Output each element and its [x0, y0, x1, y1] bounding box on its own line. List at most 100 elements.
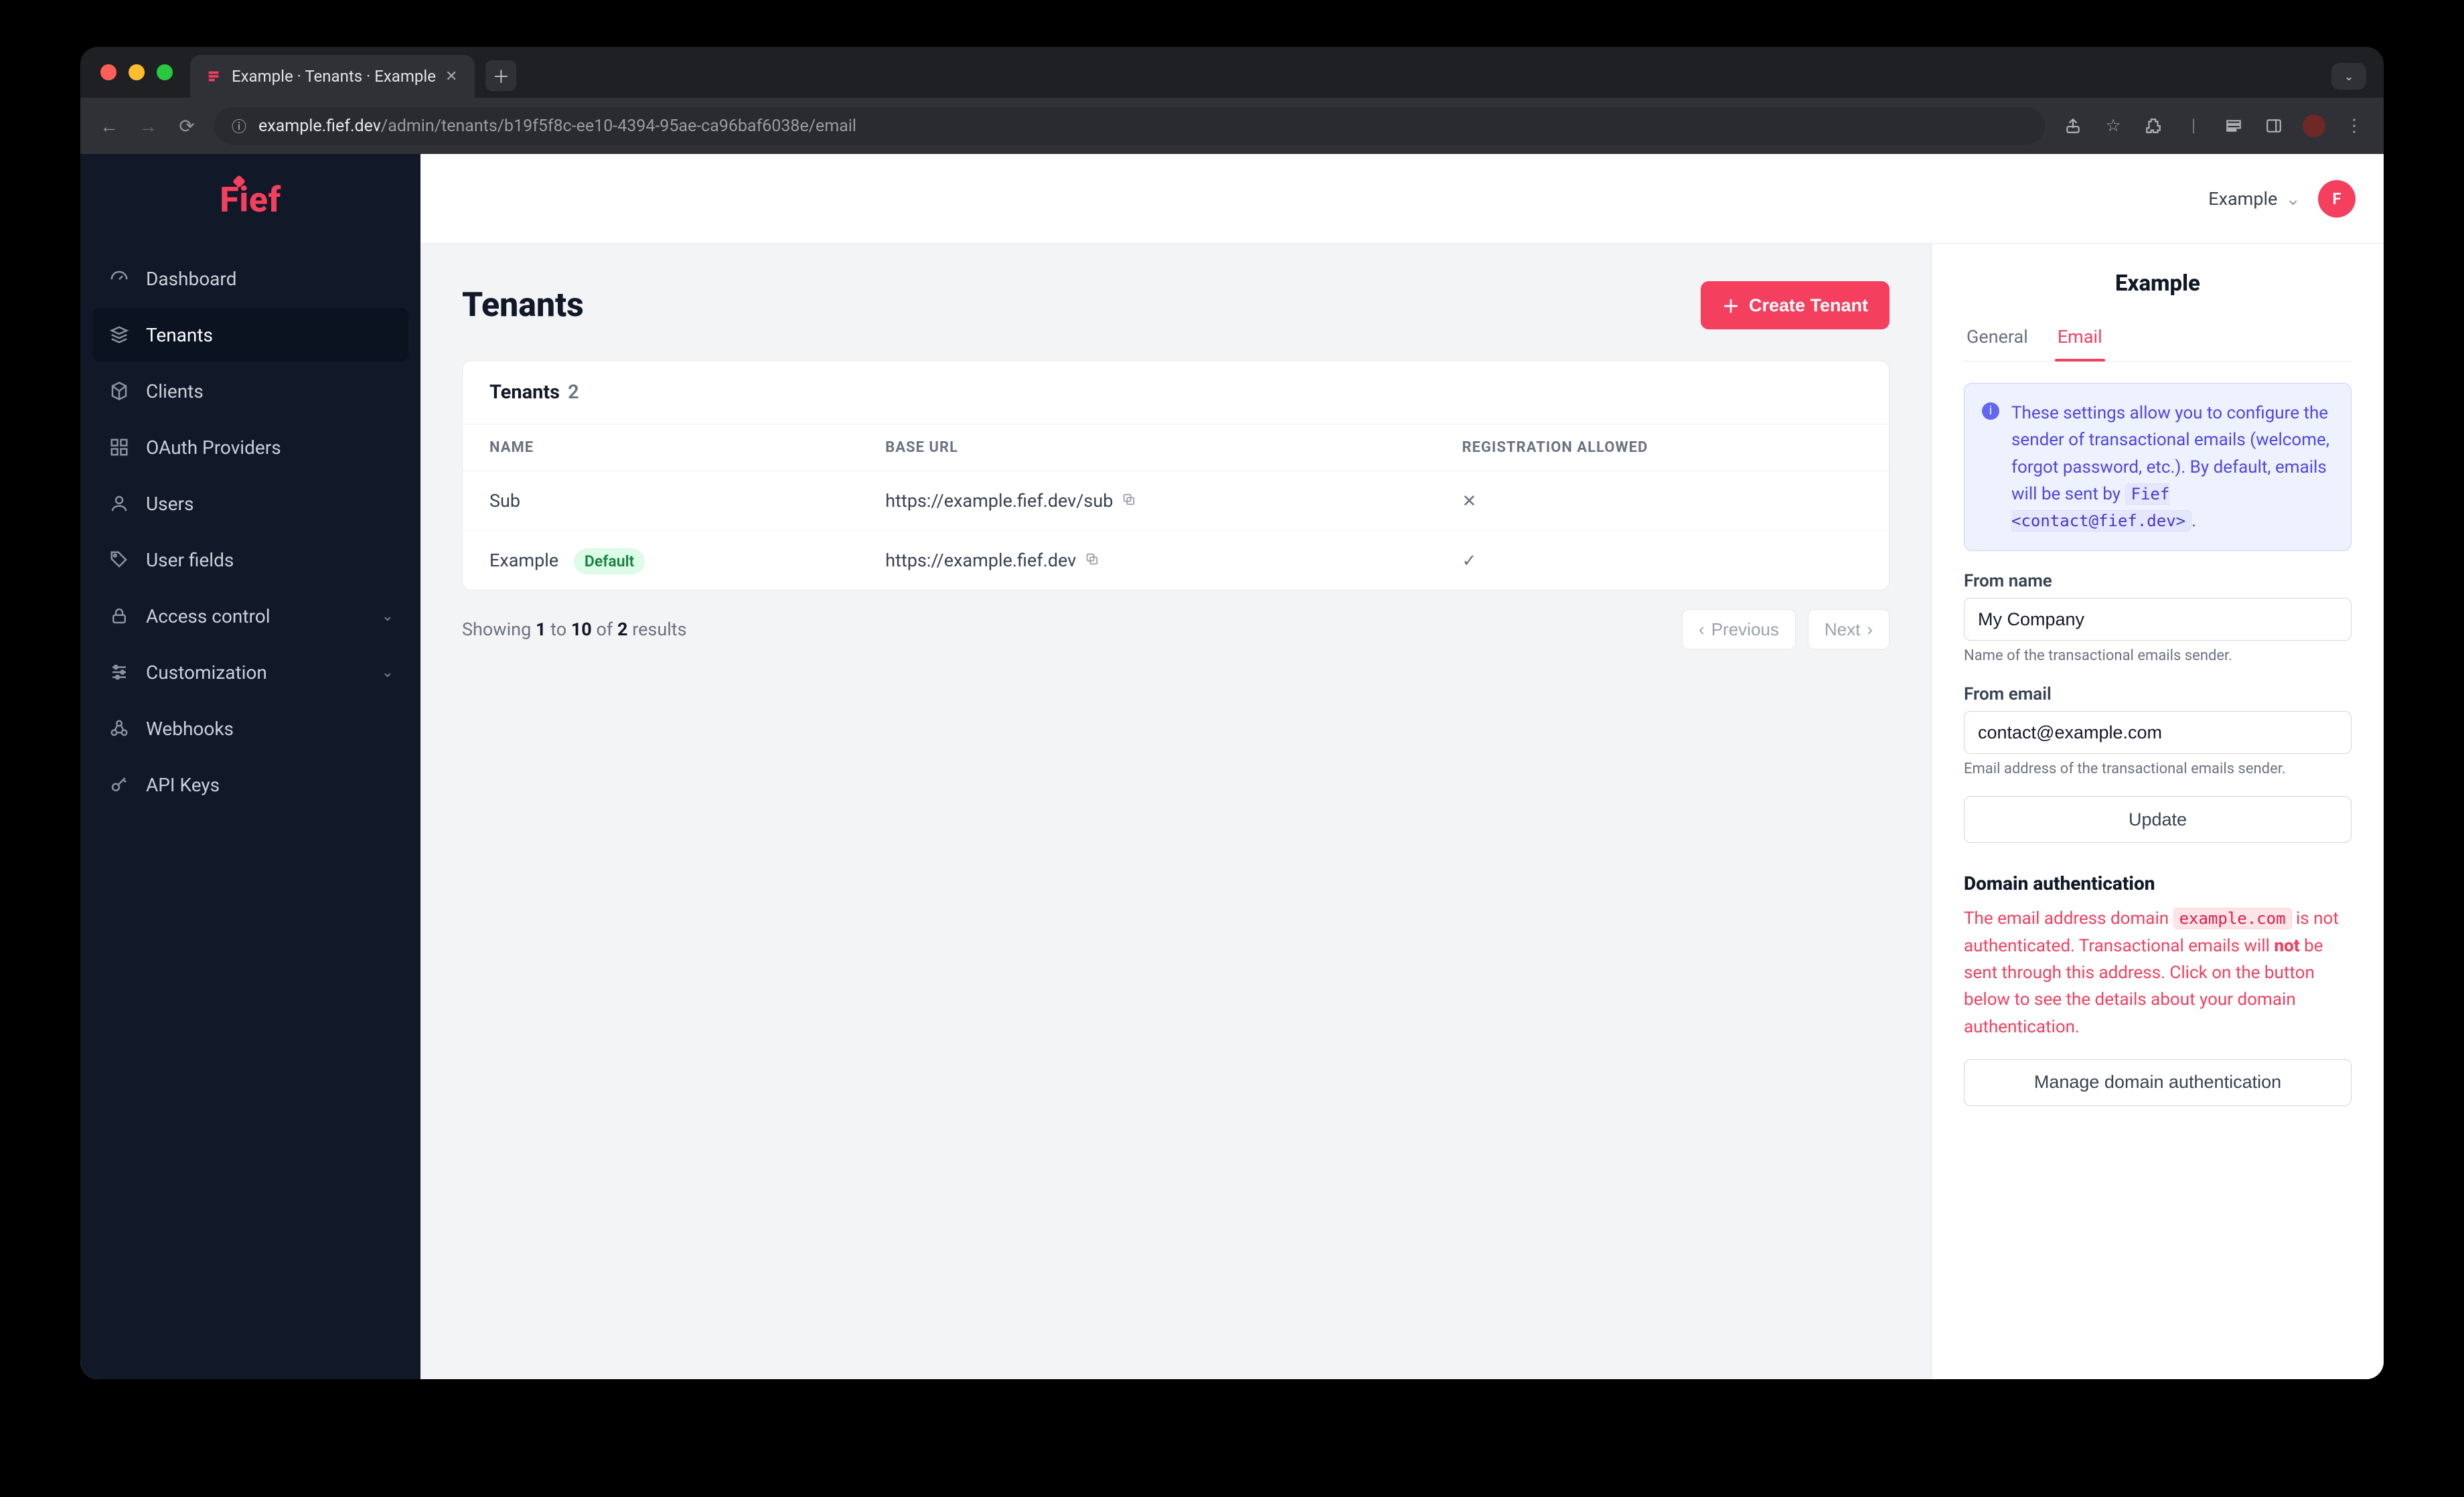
page-header: Tenants ＋ Create Tenant — [462, 281, 1890, 329]
share-icon[interactable] — [2061, 117, 2085, 135]
chevron-down-icon: ⌄ — [382, 664, 394, 681]
sidebar-item-apikeys[interactable]: API Keys — [92, 758, 408, 811]
gauge-icon — [107, 266, 131, 291]
copy-icon[interactable] — [1085, 554, 1099, 570]
browser-tabbar: Example · Tenants · Example ✕ ＋ ⌄ — [80, 47, 2384, 98]
fullscreen-window-icon[interactable] — [157, 64, 173, 80]
sidebar-item-label: Customization — [146, 661, 267, 684]
from-name-help: Name of the transactional emails sender. — [1964, 647, 2352, 664]
chevron-left-icon: ‹ — [1699, 619, 1705, 640]
prev-page-button[interactable]: ‹ Previous — [1682, 609, 1796, 649]
create-tenant-button[interactable]: ＋ Create Tenant — [1701, 281, 1890, 329]
cell-name: Example — [489, 550, 558, 571]
table-row[interactable]: Example Default https://example.fief.dev — [463, 531, 1889, 590]
from-name-input[interactable] — [1964, 598, 2352, 641]
tenants-table: NAME BASE URL REGISTRATION ALLOWED Sub — [463, 424, 1889, 590]
col-base-url[interactable]: BASE URL — [858, 424, 1435, 471]
info-text: These settings allow you to configure th… — [2011, 400, 2333, 534]
profile-badge[interactable] — [2302, 114, 2326, 137]
lock-icon — [107, 604, 131, 628]
brand-logo[interactable]: Fief — [80, 154, 420, 245]
sidebar-item-label: User fields — [146, 549, 234, 571]
forward-button[interactable]: → — [137, 115, 159, 137]
from-name-field: From name Name of the transactional emai… — [1964, 571, 2352, 664]
sidebar-item-userfields[interactable]: User fields — [92, 533, 408, 586]
window-controls — [98, 47, 179, 98]
topbar: Example ⌄ F — [420, 154, 2384, 244]
bookmark-icon[interactable]: ☆ — [2101, 116, 2125, 136]
sidebar-item-label: Tenants — [146, 324, 213, 346]
col-name[interactable]: NAME — [463, 424, 858, 471]
sidebar-item-label: Webhooks — [146, 718, 234, 740]
stage: Example · Tenants · Example ✕ ＋ ⌄ ← → ⟳ … — [0, 0, 2464, 1497]
sidebar-item-oauth[interactable]: OAuth Providers — [92, 420, 408, 474]
browser-addressbar: ← → ⟳ ⓘ example.fief.dev/admin/tenants/b… — [80, 98, 2384, 154]
tenants-card: Tenants 2 NAME BASE URL REGISTRATION ALL… — [462, 360, 1890, 590]
pagination-summary: Showing 1 to 10 of 2 results — [462, 619, 687, 640]
sidepanel-icon[interactable] — [2262, 117, 2286, 135]
sidebar-item-customization[interactable]: Customization ⌄ — [92, 645, 408, 699]
details-tabs: General Email — [1964, 317, 2352, 362]
kebab-menu-icon[interactable]: ⋮ — [2342, 116, 2366, 136]
address-bar[interactable]: ⓘ example.fief.dev/admin/tenants/b19f5f8… — [214, 107, 2045, 145]
update-button[interactable]: Update — [1964, 796, 2352, 843]
from-email-input[interactable] — [1964, 711, 2352, 754]
from-email-field: From email Email address of the transact… — [1964, 684, 2352, 777]
org-switcher[interactable]: Example ⌄ — [2208, 188, 2301, 210]
card-title-text: Tenants — [489, 381, 560, 404]
copy-icon[interactable] — [1122, 494, 1136, 511]
info-icon: i — [1982, 402, 1999, 420]
minimize-window-icon[interactable] — [129, 64, 145, 80]
sidebar-item-tenants[interactable]: Tenants — [92, 308, 408, 362]
table-head: NAME BASE URL REGISTRATION ALLOWED — [463, 424, 1889, 471]
reload-button[interactable]: ⟳ — [175, 115, 198, 137]
info-note: i These settings allow you to configure … — [1964, 383, 2352, 551]
site-info-icon[interactable]: ⓘ — [232, 115, 246, 137]
extensions-icon[interactable] — [2141, 117, 2165, 135]
tablist-icon[interactable] — [2222, 117, 2246, 135]
sidebar-item-label: Users — [146, 493, 194, 515]
tab-general[interactable]: General — [1964, 317, 2031, 361]
content: Tenants ＋ Create Tenant Tenants 2 — [420, 244, 2384, 1379]
stack-icon — [107, 323, 131, 347]
sidebar: Fief Dashboard Tenants — [80, 154, 420, 1379]
tab-overflow-button[interactable]: ⌄ — [2331, 63, 2366, 90]
close-tab-icon[interactable]: ✕ — [445, 68, 457, 85]
sidebar-item-access[interactable]: Access control ⌄ — [92, 589, 408, 643]
chevron-down-icon: ⌄ — [382, 608, 394, 625]
back-button[interactable]: ← — [98, 115, 121, 137]
page-body: Tenants ＋ Create Tenant Tenants 2 — [420, 244, 1931, 1379]
card-title: Tenants 2 — [463, 361, 1889, 424]
sidebar-item-webhooks[interactable]: Webhooks — [92, 702, 408, 755]
sidebar-item-users[interactable]: Users — [92, 477, 408, 530]
code-chip: example.com — [2173, 908, 2292, 929]
table-row[interactable]: Sub https://example.fief.dev/sub — [463, 471, 1889, 531]
new-tab-button[interactable]: ＋ — [485, 60, 516, 91]
domain-auth-warning: The email address domain example.com is … — [1964, 905, 2352, 1040]
sidebar-item-clients[interactable]: Clients — [92, 364, 408, 418]
sliders-icon — [107, 660, 131, 684]
tab-email[interactable]: Email — [2055, 317, 2105, 361]
grid-icon — [107, 435, 131, 459]
sidebar-item-label: Clients — [146, 380, 204, 402]
default-badge: Default — [574, 548, 645, 574]
avatar[interactable]: F — [2318, 180, 2356, 218]
tag-icon — [107, 548, 131, 572]
chevron-right-icon: › — [1867, 619, 1873, 640]
app-viewport: Fief Dashboard Tenants — [80, 154, 2384, 1379]
url-path: /admin/tenants/b19f5f8c-ee10-4394-95ae-c… — [381, 116, 856, 136]
sidebar-item-label: Access control — [146, 605, 271, 627]
manage-domain-auth-button[interactable]: Manage domain authentication — [1964, 1059, 2352, 1106]
brand-name: Fief — [220, 179, 281, 220]
button-label: Create Tenant — [1749, 295, 1868, 316]
sidebar-item-label: OAuth Providers — [146, 437, 281, 459]
next-page-button[interactable]: Next › — [1808, 609, 1890, 649]
sidebar-item-dashboard[interactable]: Dashboard — [92, 252, 408, 305]
close-window-icon[interactable] — [100, 64, 117, 80]
browser-tab[interactable]: Example · Tenants · Example ✕ — [190, 55, 475, 98]
col-registration[interactable]: REGISTRATION ALLOWED — [1435, 424, 1889, 471]
details-title: Example — [1964, 270, 2352, 297]
webhook-icon — [107, 716, 131, 740]
page-title: Tenants — [462, 286, 584, 325]
favicon-icon — [205, 68, 222, 85]
